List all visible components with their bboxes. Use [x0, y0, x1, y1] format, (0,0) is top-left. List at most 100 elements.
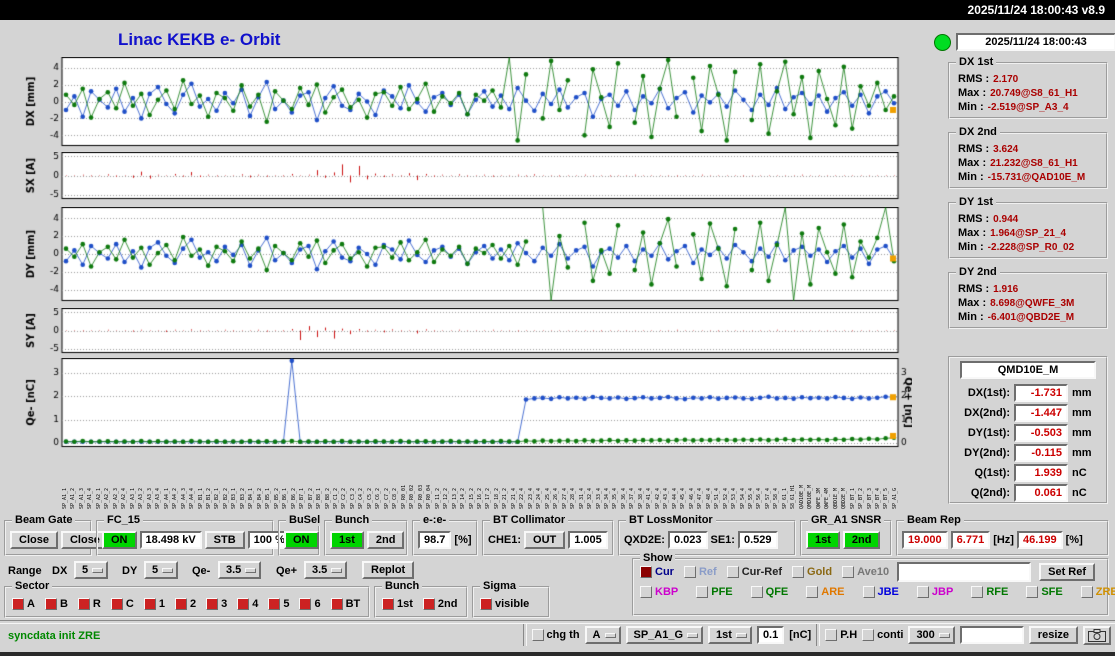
stats-group: DY 2nd RMS :1.916 Max :8.698@QWFE_3M Min :-…: [948, 266, 1108, 329]
x-axis-label: SP_33_4: [595, 487, 602, 509]
range-qe-minus-select[interactable]: 3.5: [218, 561, 262, 579]
show-jbe[interactable]: JBE: [862, 586, 899, 598]
gr-a1-snsr-group: GR_A1 SNSR 1st 2nd: [800, 514, 892, 556]
conti-checkbox[interactable]: conti: [862, 629, 903, 641]
replot-button[interactable]: Replot: [362, 561, 415, 579]
checkbox-box: [726, 566, 739, 578]
x-axis-label: SP_C6_2: [375, 487, 382, 509]
x-axis-label: QBD2E_M: [841, 487, 848, 509]
busel-on-button[interactable]: ON: [284, 531, 319, 549]
beam-gate-close-1-button[interactable]: Close: [10, 531, 58, 549]
ph-checkbox[interactable]: P.H: [825, 629, 857, 641]
sector-r[interactable]: R: [77, 598, 101, 610]
ref-name-input[interactable]: [897, 562, 1032, 582]
fc15-stb-button[interactable]: STB: [204, 531, 245, 549]
sigma-visible[interactable]: visible: [480, 598, 529, 610]
bpm-select[interactable]: SP_A1_G: [625, 626, 704, 644]
sector-bt[interactable]: BT: [330, 598, 360, 610]
option-menu-indicator: [735, 633, 747, 638]
chg-th-checkbox[interactable]: chg th: [531, 629, 580, 641]
checkbox-box: [268, 598, 281, 610]
show-qfe[interactable]: QFE: [750, 586, 789, 598]
fc15-on-button[interactable]: ON: [102, 531, 137, 549]
sector-3[interactable]: 3: [206, 598, 227, 610]
checkbox-box: [696, 586, 709, 598]
show-cur[interactable]: Cur: [640, 566, 674, 578]
show-gold[interactable]: Gold: [792, 566, 832, 578]
se1-value: 0.529: [737, 531, 778, 549]
bunch-select[interactable]: 1st: [708, 626, 752, 644]
bunch-2nd[interactable]: 2nd: [422, 598, 457, 610]
stats-group-title: DY 1st: [956, 196, 997, 208]
sector-b[interactable]: B: [44, 598, 68, 610]
qmd-title: QMD10E_M: [960, 361, 1096, 379]
sector-5[interactable]: 5: [268, 598, 289, 610]
resize-button[interactable]: resize: [1028, 626, 1078, 644]
checkbox-box: [382, 598, 394, 610]
sector-2[interactable]: 2: [174, 598, 196, 610]
checkbox-box: [1026, 586, 1039, 598]
checkbox-box: [792, 566, 805, 578]
threshold-field[interactable]: 0.1: [756, 626, 785, 644]
checkbox-box: [531, 629, 544, 641]
show-jbp[interactable]: JBP: [916, 586, 953, 598]
checkbox-label: RFE: [986, 586, 1009, 598]
app-window: 2025/11/24 18:00:43 v8.9 Linac KEKB e- O…: [0, 0, 1115, 656]
snsr-2nd-button[interactable]: 2nd: [842, 531, 881, 549]
sector-a[interactable]: A: [12, 598, 35, 610]
x-axis-label: SP_A4_4: [189, 487, 196, 509]
checkbox-label: QFE: [765, 586, 789, 598]
bunch-1st[interactable]: 1st: [382, 598, 413, 610]
show-ref[interactable]: Ref: [683, 566, 717, 578]
interval-select[interactable]: 300: [908, 626, 955, 644]
x-axis-label: SP_36_4: [620, 487, 627, 509]
sector-letter-select[interactable]: A: [584, 626, 621, 644]
bunch-2nd-button[interactable]: 2nd: [366, 531, 405, 549]
show-ave10[interactable]: Ave10: [842, 566, 889, 578]
stat-line: RMS :1.916: [958, 283, 1019, 295]
stats-group: DX 1st RMS :2.170 Max :20.749@S8_61_H1 Min …: [948, 56, 1108, 119]
qxd2e-value: 0.023: [667, 531, 708, 549]
sector-6[interactable]: 6: [299, 598, 321, 610]
stat-line: Min : -15.731@QAD10E_M: [958, 171, 1086, 183]
show-cur-ref[interactable]: Cur-Ref: [726, 566, 783, 578]
beam-rep-value-1: 19.000: [902, 531, 948, 549]
show-pfe[interactable]: PFE: [696, 586, 733, 598]
set-ref-button[interactable]: Set Ref: [1039, 563, 1096, 581]
show-are[interactable]: ARE: [806, 586, 845, 598]
checkbox-box: [12, 598, 24, 610]
x-axis-label: SP_R0_01: [400, 484, 407, 509]
show-sfe[interactable]: SFE: [1026, 586, 1063, 598]
show-rfe[interactable]: RFE: [971, 586, 1008, 598]
chart-dy: [20, 207, 912, 302]
x-axis-label: SP_B7_2: [307, 487, 314, 509]
snsr-1st-button[interactable]: 1st: [806, 531, 840, 549]
x-axis-label: SP_B6_2: [290, 487, 297, 509]
bunch-1st-button[interactable]: 1st: [330, 531, 364, 549]
checkbox-label: visible: [495, 598, 530, 610]
show-zre[interactable]: ZRE: [1080, 586, 1115, 598]
camera-button[interactable]: [1083, 625, 1111, 645]
checkbox-label: ARE: [821, 586, 845, 598]
che1-out-button[interactable]: OUT: [524, 531, 566, 549]
window-bottom-edge: [0, 652, 1115, 656]
sector-4[interactable]: 4: [237, 598, 258, 610]
x-axis-label: SP_43_4: [663, 487, 670, 509]
x-axis-label: SP_A2_1: [95, 487, 102, 509]
show-kbp[interactable]: KBP: [640, 586, 678, 598]
range-qe-plus-select[interactable]: 3.5: [304, 561, 348, 579]
sector-group: Sector A B R C 1 2 3 4 5 6 BT: [4, 580, 370, 618]
checkbox-label: 5: [283, 598, 290, 610]
checkbox-label: Cur-Ref: [741, 566, 783, 578]
stats-group: DY 1st RMS :0.944 Max :1.964@SP_21_4 Min :-…: [948, 196, 1108, 259]
x-axis-label: SP_B4_2: [256, 487, 263, 509]
x-axis-label: SP_A1_2: [70, 487, 77, 509]
range-dx-select[interactable]: 5: [74, 561, 109, 579]
sector-c[interactable]: C: [110, 598, 134, 610]
checkbox-box: [299, 598, 312, 610]
group-title: Sigma: [480, 580, 520, 592]
range-dy-select[interactable]: 5: [144, 561, 179, 579]
aux-field[interactable]: [959, 626, 1024, 644]
che1-label: CHE1:: [488, 534, 522, 546]
sector-1[interactable]: 1: [143, 598, 165, 610]
